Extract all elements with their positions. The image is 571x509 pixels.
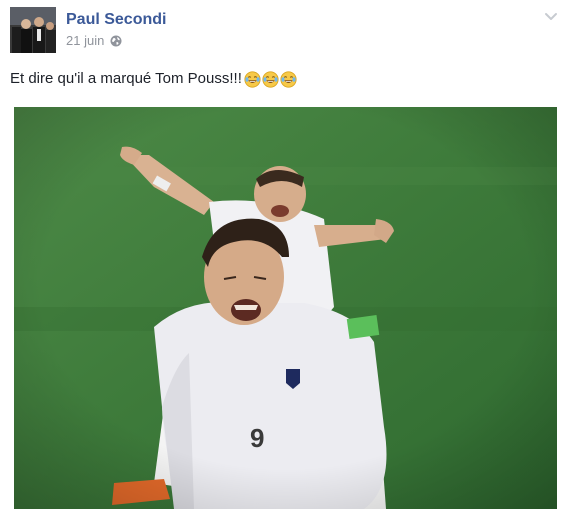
- laughing-tears-emoji: [262, 70, 279, 88]
- post-message-text: Et dire qu'il a marqué Tom Pouss!!!: [10, 70, 242, 87]
- avatar-photo: [10, 7, 56, 53]
- post-photo[interactable]: 8: [14, 107, 557, 509]
- post-meta: 21 juin: [66, 33, 122, 49]
- author-name-link[interactable]: Paul Secondi: [66, 10, 166, 30]
- laughing-tears-emoji: [280, 70, 297, 88]
- facebook-post: Paul Secondi 21 juin Et dire qu'il a mar…: [0, 0, 571, 509]
- post-date-link[interactable]: 21 juin: [66, 33, 104, 49]
- chevron-down-icon[interactable]: [543, 8, 559, 24]
- emoji-group: [244, 70, 298, 88]
- laughing-tears-emoji: [244, 70, 261, 88]
- post-message: Et dire qu'il a marqué Tom Pouss!!!: [10, 69, 298, 89]
- globe-icon[interactable]: [110, 35, 122, 47]
- author-avatar[interactable]: [10, 7, 56, 53]
- football-celebration-photo: 8: [14, 107, 557, 509]
